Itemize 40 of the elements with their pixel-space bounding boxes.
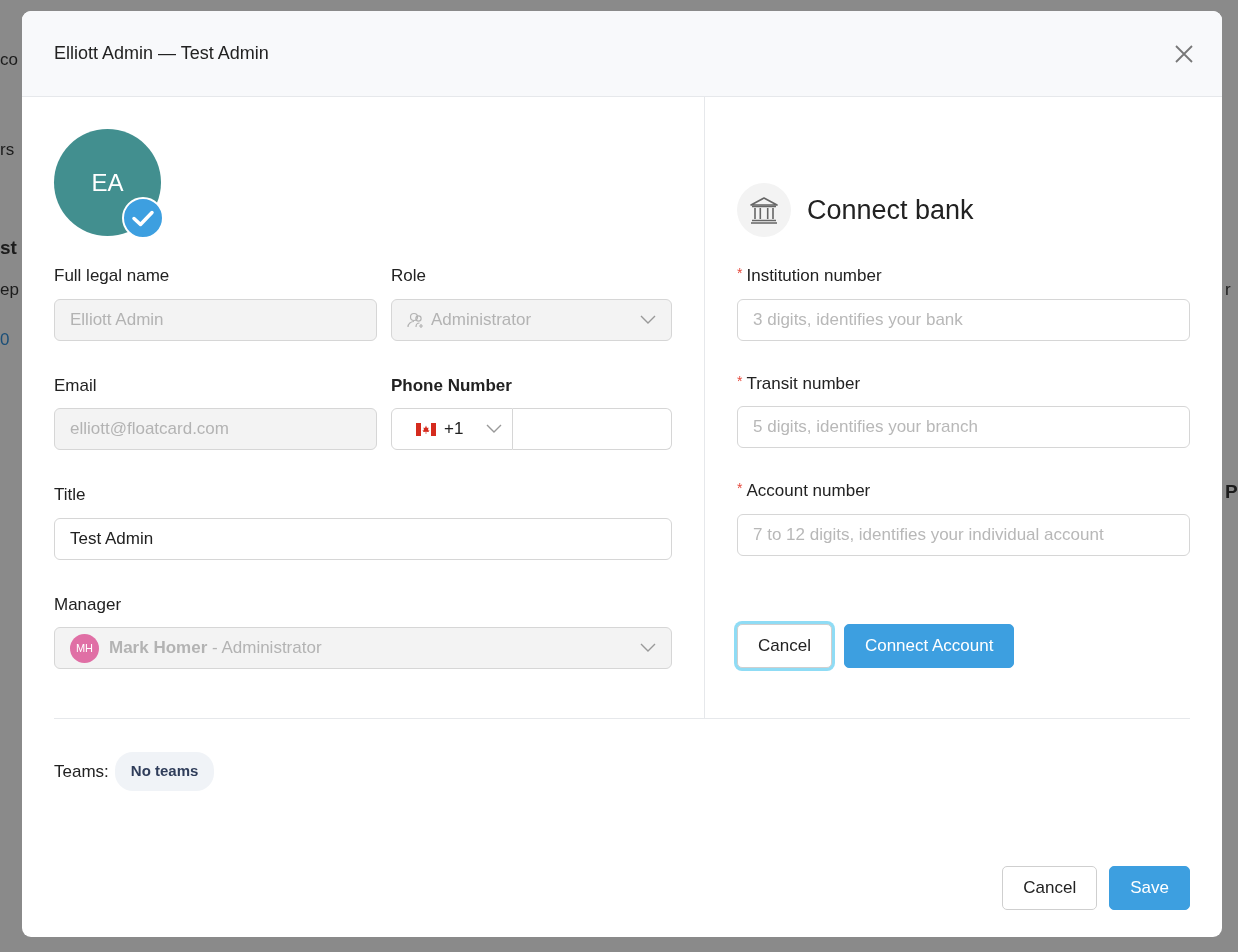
manager-name: Mark Homer - Administrator: [109, 637, 322, 660]
background-text: r: [1225, 279, 1232, 301]
field-label: Manager: [54, 593, 123, 616]
section-title: Connect bank: [807, 193, 974, 227]
background-text: rs: [0, 139, 16, 161]
teams-label: Teams:: [54, 760, 109, 783]
phone-input[interactable]: [513, 408, 672, 450]
required-mark: *: [737, 480, 743, 496]
field-label: Role: [391, 265, 427, 287]
primary-button[interactable]: Connect Account: [843, 623, 1015, 668]
field-label: Email: [54, 374, 98, 397]
people-icon: [407, 310, 425, 329]
team-chip: No teams: [114, 752, 215, 791]
field-label: Phone Number: [391, 374, 513, 397]
field-label: * Transit number: [737, 371, 862, 395]
field-label: * Account number: [737, 479, 872, 502]
field-label: * Institution number: [737, 264, 883, 287]
cancel-button[interactable]: Cancel: [1002, 866, 1098, 910]
text-field[interactable]: 3 digits, identifies your bank: [737, 298, 1190, 341]
primary-button[interactable]: Save: [1109, 866, 1190, 910]
required-mark: *: [737, 372, 743, 389]
avatar: MH: [70, 633, 99, 663]
field-label: Full legal name: [54, 265, 171, 287]
text-field[interactable]: 7 to 12 digits, identifies your individual account: [737, 513, 1190, 556]
background-text: 0: [0, 329, 11, 351]
text-field[interactable]: 5 digits, identifies your branch: [737, 406, 1190, 448]
background-text: st: [0, 236, 18, 260]
chevron-down-icon: [640, 643, 656, 653]
canada-flag-icon: [416, 422, 436, 436]
background-text: co: [0, 49, 19, 71]
background-text: ep: [0, 279, 19, 301]
chevron-down-icon: [640, 314, 656, 325]
required-mark: *: [737, 265, 743, 281]
background-text: P: [1225, 480, 1238, 504]
text-field[interactable]: Test Admin: [54, 517, 672, 560]
modal-title: Elliott Admin — Test Admin: [54, 42, 269, 65]
country-code-dropdown[interactable]: +1: [391, 408, 513, 450]
cancel-button[interactable]: Cancel: [737, 623, 832, 668]
chevron-down-icon: [486, 424, 502, 434]
field-label: Title: [54, 484, 87, 506]
